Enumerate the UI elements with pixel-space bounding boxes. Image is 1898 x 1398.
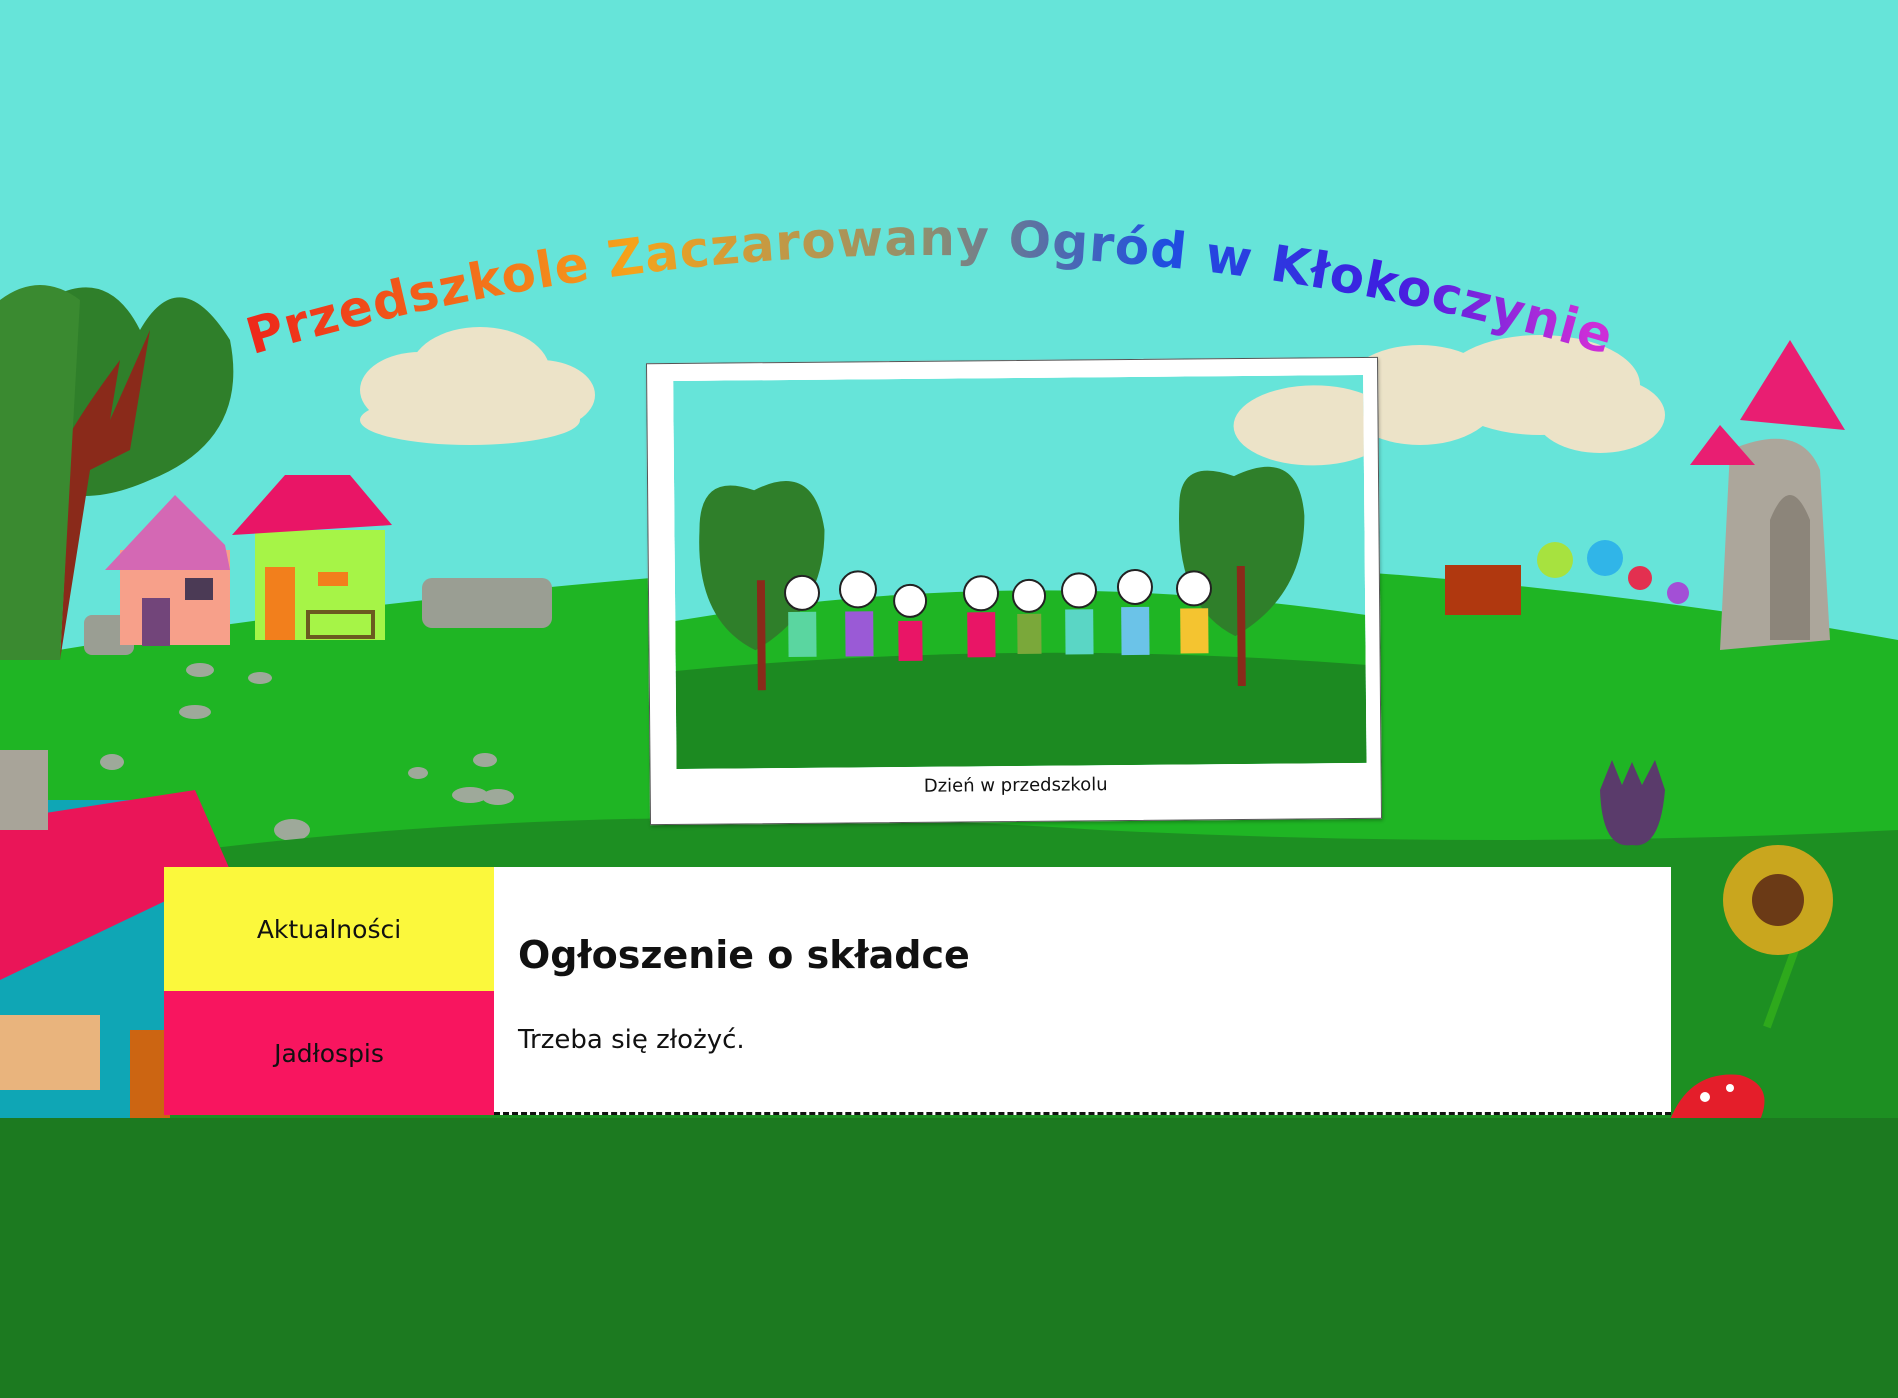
menu-item-news[interactable]: Aktualności xyxy=(164,867,494,991)
photo-caption: Dzień w przedszkolu xyxy=(923,774,1108,797)
menu-item-food-menu[interactable]: Jadłospis xyxy=(164,991,494,1115)
kids-photo xyxy=(673,374,1367,769)
content-panel: Ogłoszenie o składce Trzeba się złożyć. xyxy=(494,867,1671,1115)
article-title: Ogłoszenie o składce xyxy=(518,933,970,977)
svg-text:Przedszkole Zaczarowany Ogród: Przedszkole Zaczarowany Ogród w Kłokoczy… xyxy=(240,209,1620,366)
side-menu: Aktualności Jadłospis xyxy=(164,867,494,1115)
menu-item-news-label: Aktualności xyxy=(256,914,402,944)
site-title-text: Przedszkole Zaczarowany Ogród w Kłokoczy… xyxy=(240,209,1619,366)
photo-frame: Dzień w przedszkolu xyxy=(645,356,1383,826)
site-title: Przedszkole Zaczarowany Ogród w Kłokoczy… xyxy=(240,209,1620,366)
menu-item-food-menu-label: Jadłospis xyxy=(274,1038,384,1068)
page: Przedszkole Zaczarowany Ogród w Kłokoczy… xyxy=(0,0,1898,1398)
article-body: Trzeba się złożyć. xyxy=(518,1025,745,1055)
